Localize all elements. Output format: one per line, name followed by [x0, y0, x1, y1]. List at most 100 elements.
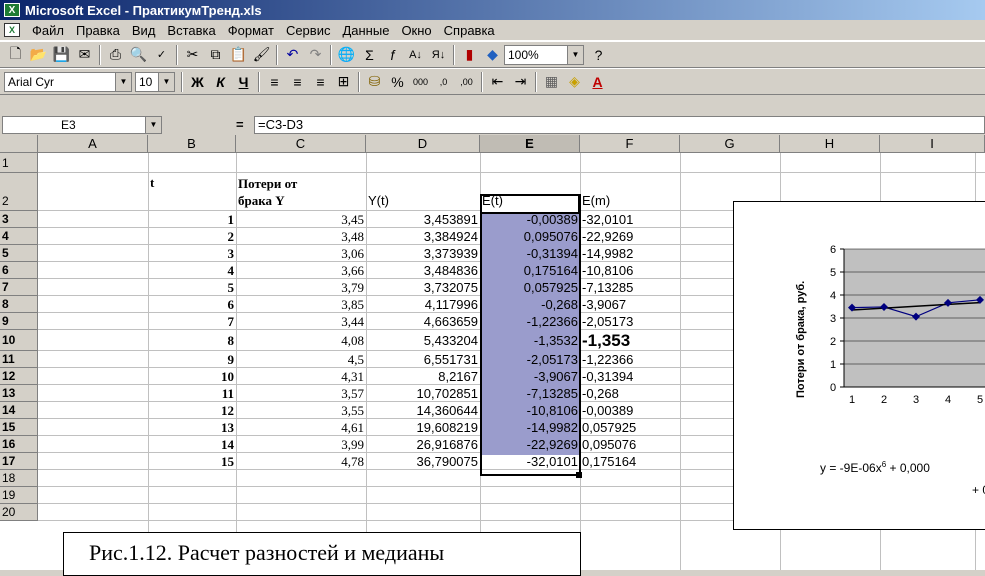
email-icon[interactable]: ✉	[73, 44, 96, 66]
cut-icon[interactable]: ✂	[181, 44, 204, 66]
percent-icon[interactable]: %	[386, 71, 409, 93]
borders-icon[interactable]: ▦	[540, 71, 563, 93]
row-header[interactable]: 17	[0, 453, 38, 470]
zoom-select[interactable]: 100% ▼	[504, 44, 584, 65]
table-cell[interactable]: -0,268	[480, 296, 580, 313]
table-cell[interactable]: -0,31394	[580, 368, 680, 385]
table-cell[interactable]: 3,06	[236, 245, 366, 262]
table-cell[interactable]: -22,9269	[480, 436, 580, 453]
table-cell[interactable]: 19,608219	[366, 419, 480, 436]
table-cell[interactable]: 5,433204	[366, 330, 480, 351]
column-header-d[interactable]: D	[366, 135, 480, 153]
table-cell[interactable]: 0,175164	[480, 262, 580, 279]
menu-data[interactable]: Данные	[336, 23, 395, 38]
table-cell[interactable]: 15	[148, 453, 236, 470]
increase-indent-icon[interactable]: ⇥	[509, 71, 532, 93]
table-cell[interactable]: 14,360644	[366, 402, 480, 419]
row-header[interactable]: 15	[0, 419, 38, 436]
table-cell[interactable]: 4,78	[236, 453, 366, 470]
undo-icon[interactable]: ↶	[281, 44, 304, 66]
table-cell[interactable]: 6,551731	[366, 351, 480, 368]
table-cell[interactable]: -1,353	[580, 330, 680, 351]
row-header[interactable]: 11	[0, 351, 38, 368]
table-cell[interactable]: 3,373939	[366, 245, 480, 262]
table-cell[interactable]: -7,13285	[480, 385, 580, 402]
row-header[interactable]: 5	[0, 245, 38, 262]
table-cell[interactable]: 10	[148, 368, 236, 385]
table-cell[interactable]: 12	[148, 402, 236, 419]
row-header[interactable]: 20	[0, 504, 38, 521]
row-header[interactable]: 19	[0, 487, 38, 504]
function-icon[interactable]: f	[381, 44, 404, 66]
table-cell[interactable]: t	[148, 173, 236, 211]
table-cell[interactable]: -7,13285	[580, 279, 680, 296]
table-cell[interactable]: 3,66	[236, 262, 366, 279]
row-header[interactable]: 12	[0, 368, 38, 385]
column-header-f[interactable]: F	[580, 135, 680, 153]
row-header[interactable]: 4	[0, 228, 38, 245]
table-cell[interactable]: 7	[148, 313, 236, 330]
table-cell[interactable]: 36,790075	[366, 453, 480, 470]
table-cell[interactable]: 0,095076	[480, 228, 580, 245]
table-cell[interactable]: 3,45	[236, 211, 366, 228]
decrease-indent-icon[interactable]: ⇤	[486, 71, 509, 93]
fill-color-icon[interactable]: ◈	[563, 71, 586, 93]
name-box[interactable]: E3 ▼	[2, 116, 162, 134]
merge-center-icon[interactable]: ⊞	[332, 71, 355, 93]
italic-icon[interactable]: К	[209, 71, 232, 93]
workbook-icon[interactable]: X	[4, 23, 20, 37]
menu-view[interactable]: Вид	[126, 23, 162, 38]
table-cell[interactable]: 5	[148, 279, 236, 296]
table-cell[interactable]: 4,31	[236, 368, 366, 385]
row-header[interactable]: 13	[0, 385, 38, 402]
menu-tools[interactable]: Сервис	[280, 23, 337, 38]
font-color-icon[interactable]: A	[586, 71, 609, 93]
table-cell[interactable]: 3,85	[236, 296, 366, 313]
table-cell[interactable]: Потери от брака Y	[236, 173, 366, 211]
spelling-icon[interactable]: ✓	[150, 44, 173, 66]
chart-wizard-icon[interactable]: ▮	[458, 44, 481, 66]
format-painter-icon[interactable]: 🖌	[250, 44, 273, 66]
table-cell[interactable]: -14,9982	[480, 419, 580, 436]
bold-icon[interactable]: Ж	[186, 71, 209, 93]
increase-decimal-icon[interactable]: ,0	[432, 71, 455, 93]
table-cell[interactable]: -3,9067	[580, 296, 680, 313]
redo-icon[interactable]: ↷	[304, 44, 327, 66]
row-header[interactable]: 6	[0, 262, 38, 279]
decrease-decimal-icon[interactable]: ,00	[455, 71, 478, 93]
table-cell[interactable]: -2,05173	[580, 313, 680, 330]
select-all-corner[interactable]	[0, 135, 38, 153]
table-cell[interactable]: -10,8106	[480, 402, 580, 419]
open-icon[interactable]: 📂	[27, 44, 50, 66]
row-header[interactable]: 9	[0, 313, 38, 330]
menu-file[interactable]: Файл	[26, 23, 70, 38]
row-header[interactable]: 14	[0, 402, 38, 419]
table-cell[interactable]: 3,732075	[366, 279, 480, 296]
copy-icon[interactable]: ⧉	[204, 44, 227, 66]
table-cell[interactable]: 4	[148, 262, 236, 279]
align-left-icon[interactable]: ≡	[263, 71, 286, 93]
table-cell[interactable]: 3,384924	[366, 228, 480, 245]
table-cell[interactable]: -1,22366	[480, 313, 580, 330]
table-cell[interactable]: -0,268	[580, 385, 680, 402]
table-cell[interactable]: 13	[148, 419, 236, 436]
table-cell[interactable]: 4,08	[236, 330, 366, 351]
thousands-icon[interactable]: 000	[409, 71, 432, 93]
column-header-a[interactable]: A	[38, 135, 148, 153]
align-right-icon[interactable]: ≡	[309, 71, 332, 93]
table-cell[interactable]: E(t)	[480, 173, 580, 211]
table-cell[interactable]: 8,2167	[366, 368, 480, 385]
table-cell[interactable]: 10,702851	[366, 385, 480, 402]
column-header-e[interactable]: E	[480, 135, 580, 153]
table-cell[interactable]: 3,79	[236, 279, 366, 296]
menu-help[interactable]: Справка	[438, 23, 501, 38]
row-header[interactable]: 3	[0, 211, 38, 228]
help-icon[interactable]: ?	[587, 44, 610, 66]
table-cell[interactable]: 26,916876	[366, 436, 480, 453]
table-cell[interactable]: -14,9982	[580, 245, 680, 262]
menu-edit[interactable]: Правка	[70, 23, 126, 38]
table-cell[interactable]: 9	[148, 351, 236, 368]
row-header[interactable]: 18	[0, 470, 38, 487]
column-header-c[interactable]: C	[236, 135, 366, 153]
column-header-h[interactable]: H	[780, 135, 880, 153]
